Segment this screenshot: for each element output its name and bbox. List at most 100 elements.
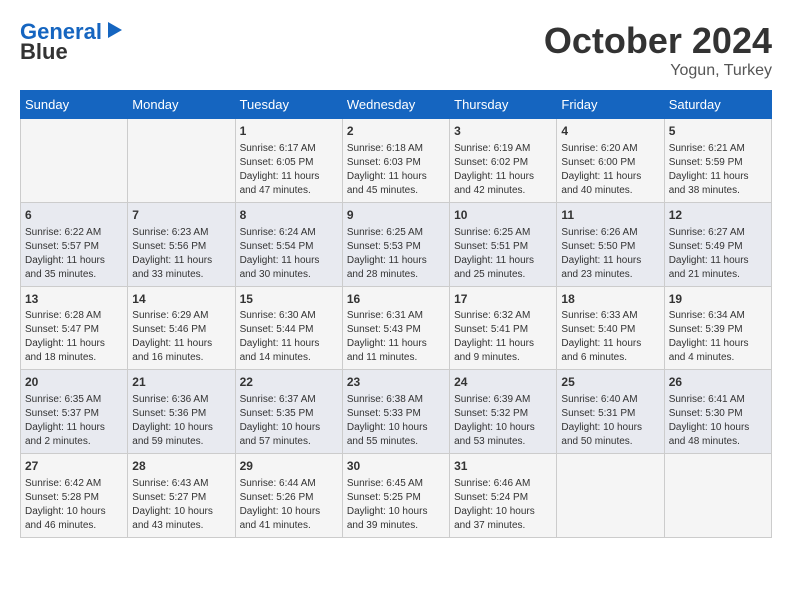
day-info: Sunrise: 6:42 AM Sunset: 5:28 PM Dayligh… — [25, 477, 123, 533]
day-number: 7 — [132, 207, 230, 224]
day-number: 6 — [25, 207, 123, 224]
header-row: SundayMondayTuesdayWednesdayThursdayFrid… — [21, 91, 772, 119]
header-day-sunday: Sunday — [21, 91, 128, 119]
day-number: 10 — [454, 207, 552, 224]
calendar-cell: 4 Sunrise: 6:20 AM Sunset: 6:00 PM Daylig… — [557, 119, 664, 203]
day-info: Sunrise: 6:17 AM Sunset: 6:05 PM Dayligh… — [240, 142, 338, 198]
calendar-cell: 13Sunrise: 6:28 AM Sunset: 5:47 PM Dayli… — [21, 286, 128, 370]
day-info: Sunrise: 6:23 AM Sunset: 5:56 PM Dayligh… — [132, 226, 230, 282]
day-info: Sunrise: 6:30 AM Sunset: 5:44 PM Dayligh… — [240, 309, 338, 365]
calendar-cell: 16Sunrise: 6:31 AM Sunset: 5:43 PM Dayli… — [342, 286, 449, 370]
day-number: 25 — [561, 374, 659, 391]
calendar-cell: 29 Sunrise: 6:44 AM Sunset: 5:26 PM Dayli… — [235, 454, 342, 538]
day-number: 19 — [669, 291, 767, 308]
day-number: 26 — [669, 374, 767, 391]
day-number: 18 — [561, 291, 659, 308]
day-info: Sunrise: 6:44 AM Sunset: 5:26 PM Dayligh… — [240, 477, 338, 533]
calendar-cell: 10Sunrise: 6:25 AM Sunset: 5:51 PM Dayli… — [450, 202, 557, 286]
day-number: 30 — [347, 458, 445, 475]
calendar-header: SundayMondayTuesdayWednesdayThursdayFrid… — [21, 91, 772, 119]
day-number: 3 — [454, 123, 552, 140]
page-header: General Blue October 2024 Yogun, Turkey — [20, 20, 772, 80]
day-number: 9 — [347, 207, 445, 224]
day-info: Sunrise: 6:38 AM Sunset: 5:33 PM Dayligh… — [347, 393, 445, 449]
day-number: 15 — [240, 291, 338, 308]
week-row-2: 6 Sunrise: 6:22 AM Sunset: 5:57 PM Daylig… — [21, 202, 772, 286]
calendar-cell — [557, 454, 664, 538]
day-info: Sunrise: 6:26 AM Sunset: 5:50 PM Dayligh… — [561, 226, 659, 282]
calendar-cell — [21, 119, 128, 203]
day-info: Sunrise: 6:39 AM Sunset: 5:32 PM Dayligh… — [454, 393, 552, 449]
day-number: 31 — [454, 458, 552, 475]
day-info: Sunrise: 6:40 AM Sunset: 5:31 PM Dayligh… — [561, 393, 659, 449]
day-info: Sunrise: 6:37 AM Sunset: 5:35 PM Dayligh… — [240, 393, 338, 449]
day-info: Sunrise: 6:36 AM Sunset: 5:36 PM Dayligh… — [132, 393, 230, 449]
calendar-table: SundayMondayTuesdayWednesdayThursdayFrid… — [20, 90, 772, 538]
calendar-cell: 9Sunrise: 6:25 AM Sunset: 5:53 PM Daylig… — [342, 202, 449, 286]
week-row-1: 1 Sunrise: 6:17 AM Sunset: 6:05 PM Daylig… — [21, 119, 772, 203]
day-info: Sunrise: 6:21 AM Sunset: 5:59 PM Dayligh… — [669, 142, 767, 198]
day-info: Sunrise: 6:20 AM Sunset: 6:00 PM Dayligh… — [561, 142, 659, 198]
day-info: Sunrise: 6:27 AM Sunset: 5:49 PM Dayligh… — [669, 226, 767, 282]
week-row-4: 20Sunrise: 6:35 AM Sunset: 5:37 PM Dayli… — [21, 370, 772, 454]
day-info: Sunrise: 6:24 AM Sunset: 5:54 PM Dayligh… — [240, 226, 338, 282]
day-number: 17 — [454, 291, 552, 308]
day-number: 11 — [561, 207, 659, 224]
day-number: 8 — [240, 207, 338, 224]
day-number: 24 — [454, 374, 552, 391]
day-info: Sunrise: 6:28 AM Sunset: 5:47 PM Dayligh… — [25, 309, 123, 365]
header-day-wednesday: Wednesday — [342, 91, 449, 119]
day-number: 12 — [669, 207, 767, 224]
calendar-cell: 31 Sunrise: 6:46 AM Sunset: 5:24 PM Dayli… — [450, 454, 557, 538]
day-number: 27 — [25, 458, 123, 475]
day-info: Sunrise: 6:32 AM Sunset: 5:41 PM Dayligh… — [454, 309, 552, 365]
calendar-cell: 25 Sunrise: 6:40 AM Sunset: 5:31 PM Dayli… — [557, 370, 664, 454]
day-number: 13 — [25, 291, 123, 308]
calendar-cell — [664, 454, 771, 538]
calendar-cell: 5 Sunrise: 6:21 AM Sunset: 5:59 PM Daylig… — [664, 119, 771, 203]
calendar-cell: 1 Sunrise: 6:17 AM Sunset: 6:05 PM Daylig… — [235, 119, 342, 203]
week-row-3: 13Sunrise: 6:28 AM Sunset: 5:47 PM Dayli… — [21, 286, 772, 370]
calendar-cell: 7 Sunrise: 6:23 AM Sunset: 5:56 PM Daylig… — [128, 202, 235, 286]
day-info: Sunrise: 6:33 AM Sunset: 5:40 PM Dayligh… — [561, 309, 659, 365]
day-info: Sunrise: 6:18 AM Sunset: 6:03 PM Dayligh… — [347, 142, 445, 198]
calendar-cell: 14Sunrise: 6:29 AM Sunset: 5:46 PM Dayli… — [128, 286, 235, 370]
calendar-cell: 19Sunrise: 6:34 AM Sunset: 5:39 PM Dayli… — [664, 286, 771, 370]
day-info: Sunrise: 6:45 AM Sunset: 5:25 PM Dayligh… — [347, 477, 445, 533]
logo-text-blue: Blue — [20, 40, 68, 64]
logo: General Blue — [20, 20, 124, 64]
day-number: 28 — [132, 458, 230, 475]
header-day-saturday: Saturday — [664, 91, 771, 119]
day-number: 22 — [240, 374, 338, 391]
header-day-thursday: Thursday — [450, 91, 557, 119]
day-info: Sunrise: 6:19 AM Sunset: 6:02 PM Dayligh… — [454, 142, 552, 198]
day-number: 29 — [240, 458, 338, 475]
day-info: Sunrise: 6:35 AM Sunset: 5:37 PM Dayligh… — [25, 393, 123, 449]
calendar-cell: 22 Sunrise: 6:37 AM Sunset: 5:35 PM Dayli… — [235, 370, 342, 454]
calendar-cell: 15Sunrise: 6:30 AM Sunset: 5:44 PM Dayli… — [235, 286, 342, 370]
day-number: 2 — [347, 123, 445, 140]
calendar-cell: 23 Sunrise: 6:38 AM Sunset: 5:33 PM Dayli… — [342, 370, 449, 454]
calendar-cell — [128, 119, 235, 203]
day-number: 4 — [561, 123, 659, 140]
day-number: 5 — [669, 123, 767, 140]
day-info: Sunrise: 6:43 AM Sunset: 5:27 PM Dayligh… — [132, 477, 230, 533]
calendar-cell: 30 Sunrise: 6:45 AM Sunset: 5:25 PM Dayli… — [342, 454, 449, 538]
calendar-cell: 3 Sunrise: 6:19 AM Sunset: 6:02 PM Daylig… — [450, 119, 557, 203]
month-title: October 2024 — [544, 20, 772, 62]
day-info: Sunrise: 6:22 AM Sunset: 5:57 PM Dayligh… — [25, 226, 123, 282]
logo-arrow-icon — [104, 20, 124, 40]
day-number: 23 — [347, 374, 445, 391]
calendar-cell: 11 Sunrise: 6:26 AM Sunset: 5:50 PM Dayli… — [557, 202, 664, 286]
day-info: Sunrise: 6:41 AM Sunset: 5:30 PM Dayligh… — [669, 393, 767, 449]
day-number: 14 — [132, 291, 230, 308]
location: Yogun, Turkey — [544, 62, 772, 80]
day-info: Sunrise: 6:34 AM Sunset: 5:39 PM Dayligh… — [669, 309, 767, 365]
calendar-body: 1 Sunrise: 6:17 AM Sunset: 6:05 PM Daylig… — [21, 119, 772, 538]
day-info: Sunrise: 6:31 AM Sunset: 5:43 PM Dayligh… — [347, 309, 445, 365]
day-number: 1 — [240, 123, 338, 140]
calendar-cell: 20Sunrise: 6:35 AM Sunset: 5:37 PM Dayli… — [21, 370, 128, 454]
title-block: October 2024 Yogun, Turkey — [544, 20, 772, 80]
calendar-cell: 24 Sunrise: 6:39 AM Sunset: 5:32 PM Dayli… — [450, 370, 557, 454]
day-info: Sunrise: 6:46 AM Sunset: 5:24 PM Dayligh… — [454, 477, 552, 533]
